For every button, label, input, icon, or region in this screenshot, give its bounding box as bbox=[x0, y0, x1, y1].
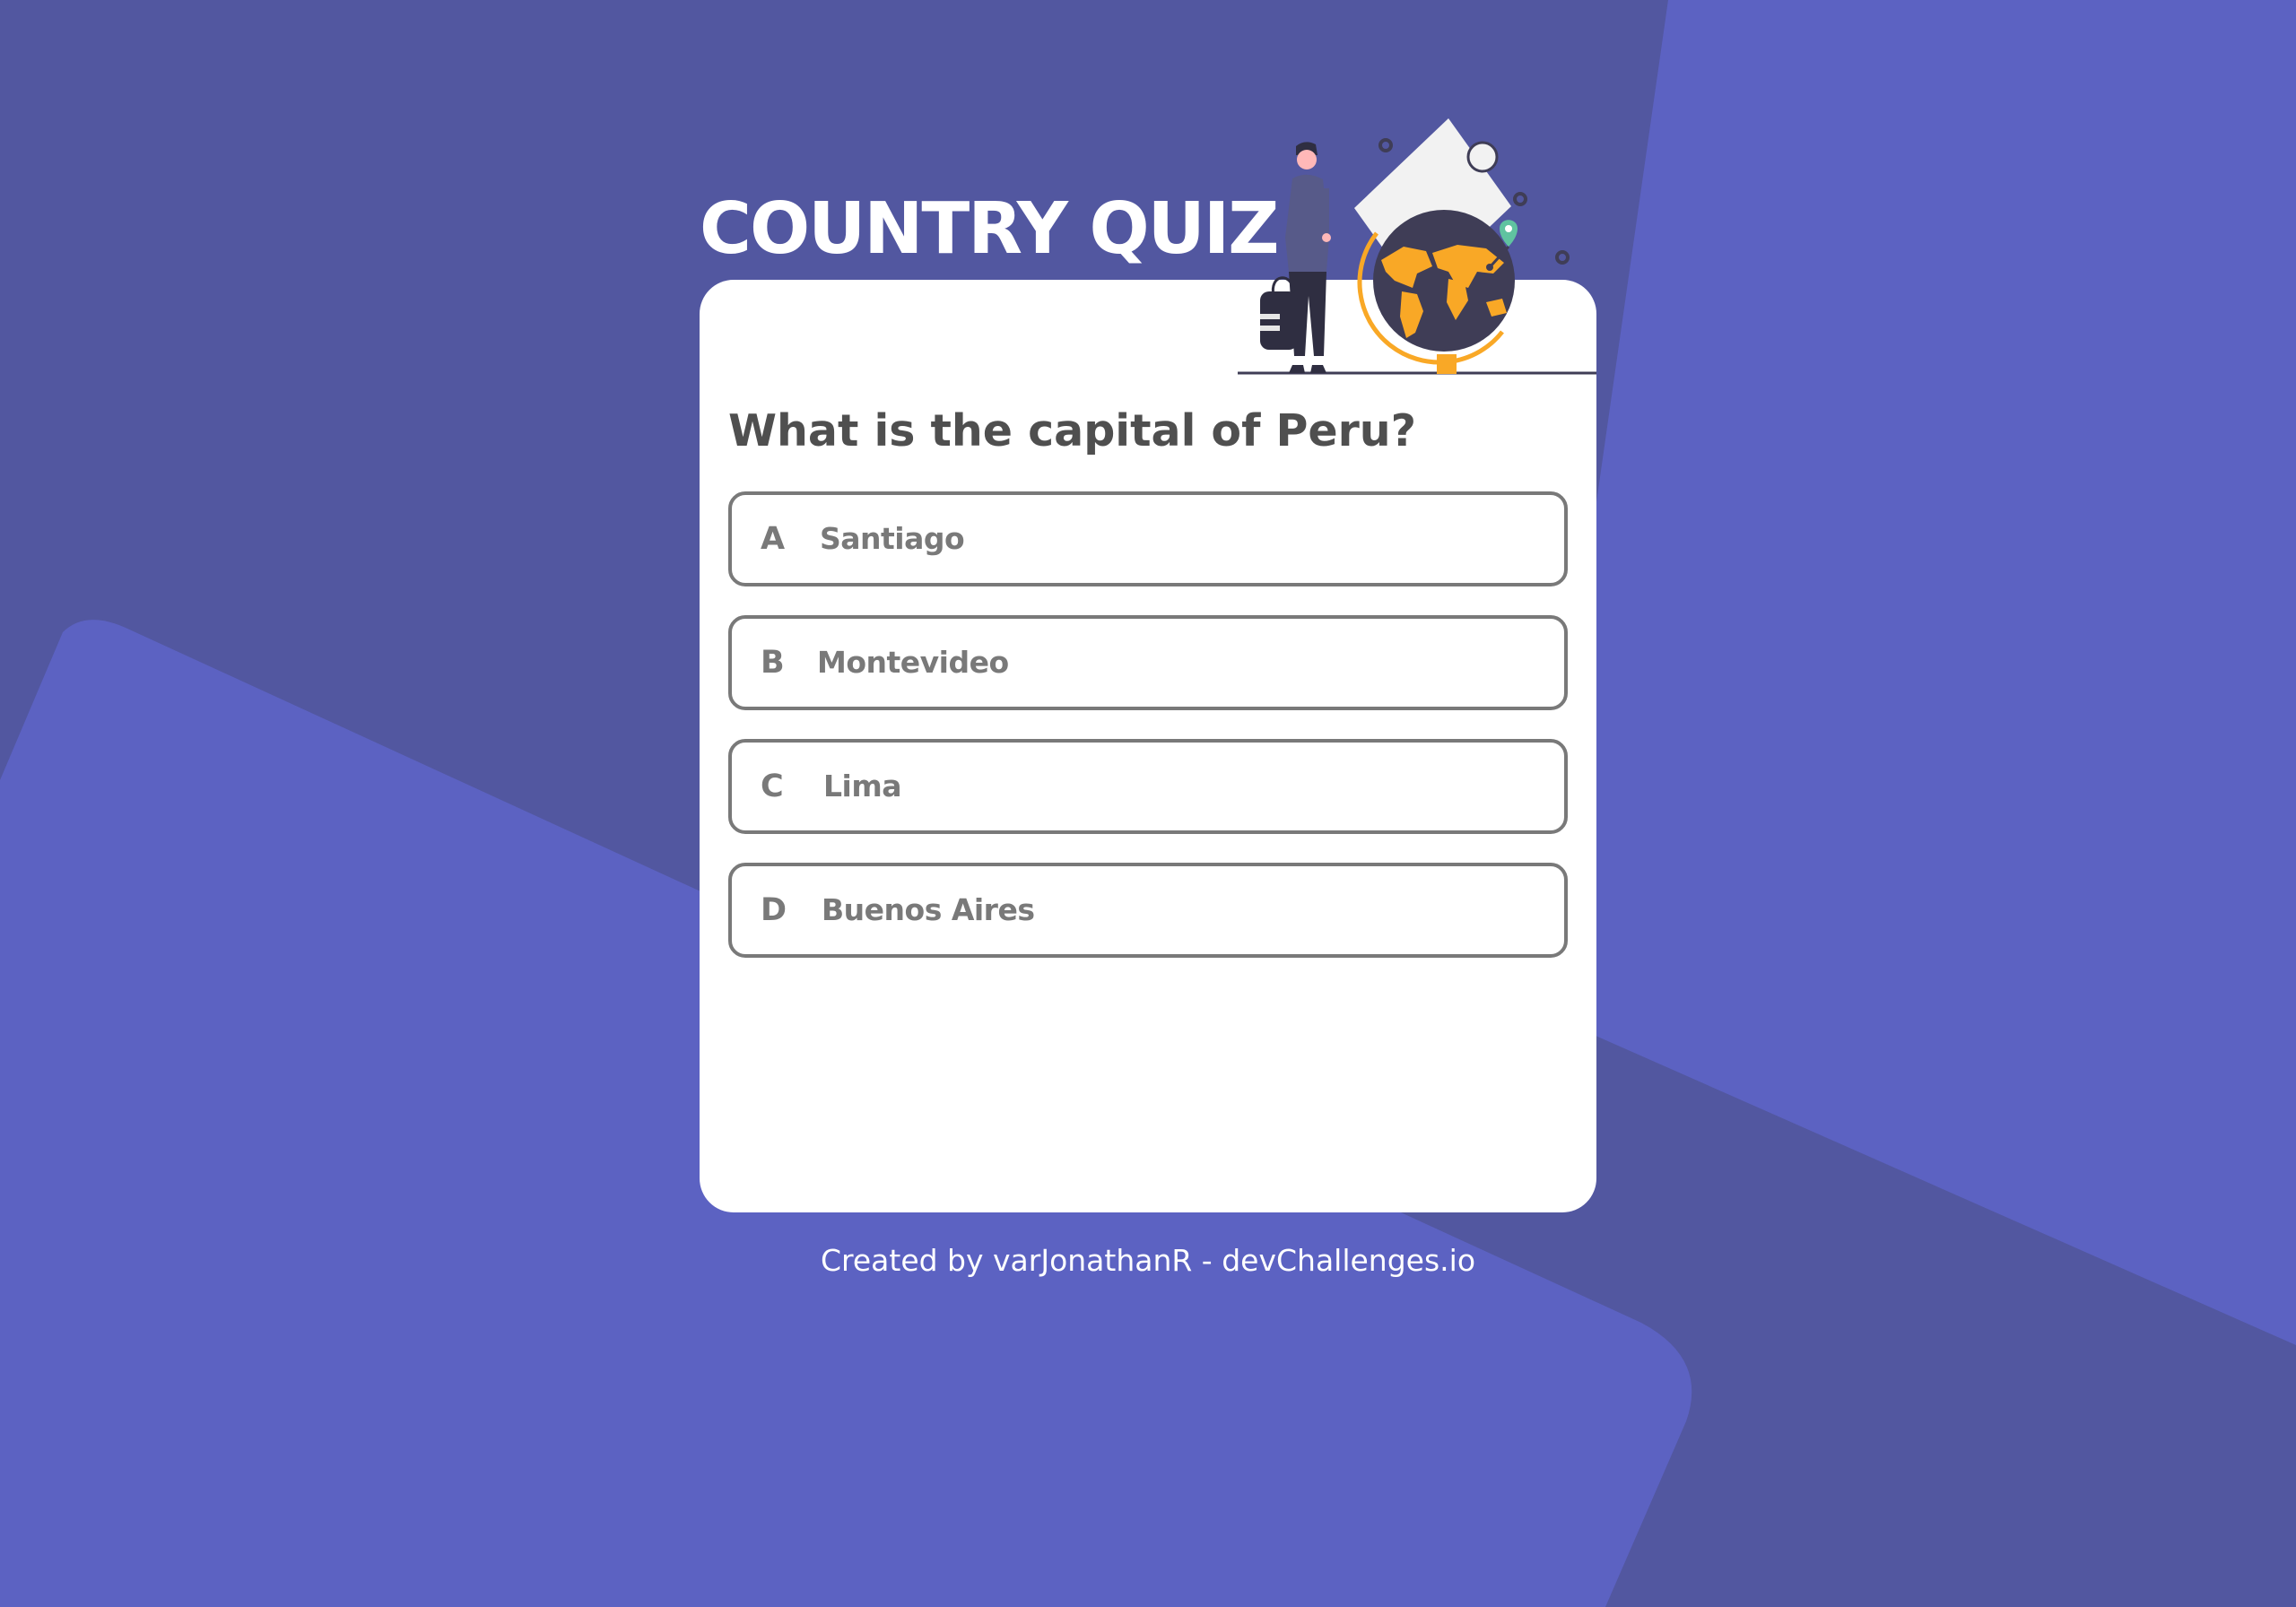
option-label: Santiago bbox=[820, 521, 965, 556]
option-label: Montevideo bbox=[817, 645, 1009, 680]
option-label: Lima bbox=[823, 769, 902, 804]
option-letter: D bbox=[761, 892, 787, 928]
option-letter: B bbox=[761, 645, 785, 681]
option-label: Buenos Aires bbox=[822, 892, 1035, 927]
option-letter: A bbox=[761, 521, 786, 557]
app-title: COUNTRY QUIZ bbox=[700, 187, 1279, 270]
answer-options: A Santiago B Montevideo C Lima D Buenos … bbox=[728, 491, 1568, 986]
option-letter: C bbox=[761, 769, 784, 804]
answer-option-d[interactable]: D Buenos Aires bbox=[728, 863, 1568, 958]
answer-option-a[interactable]: A Santiago bbox=[728, 491, 1568, 586]
answer-option-b[interactable]: B Montevideo bbox=[728, 615, 1568, 710]
answer-option-c[interactable]: C Lima bbox=[728, 739, 1568, 834]
quiz-card: What is the capital of Peru? A Santiago … bbox=[700, 280, 1596, 1212]
question-text: What is the capital of Peru? bbox=[728, 405, 1417, 456]
traveler-globe-icon bbox=[1238, 118, 1596, 375]
footer-credit: Created by varJonathanR - devChallenges.… bbox=[820, 1243, 1476, 1278]
